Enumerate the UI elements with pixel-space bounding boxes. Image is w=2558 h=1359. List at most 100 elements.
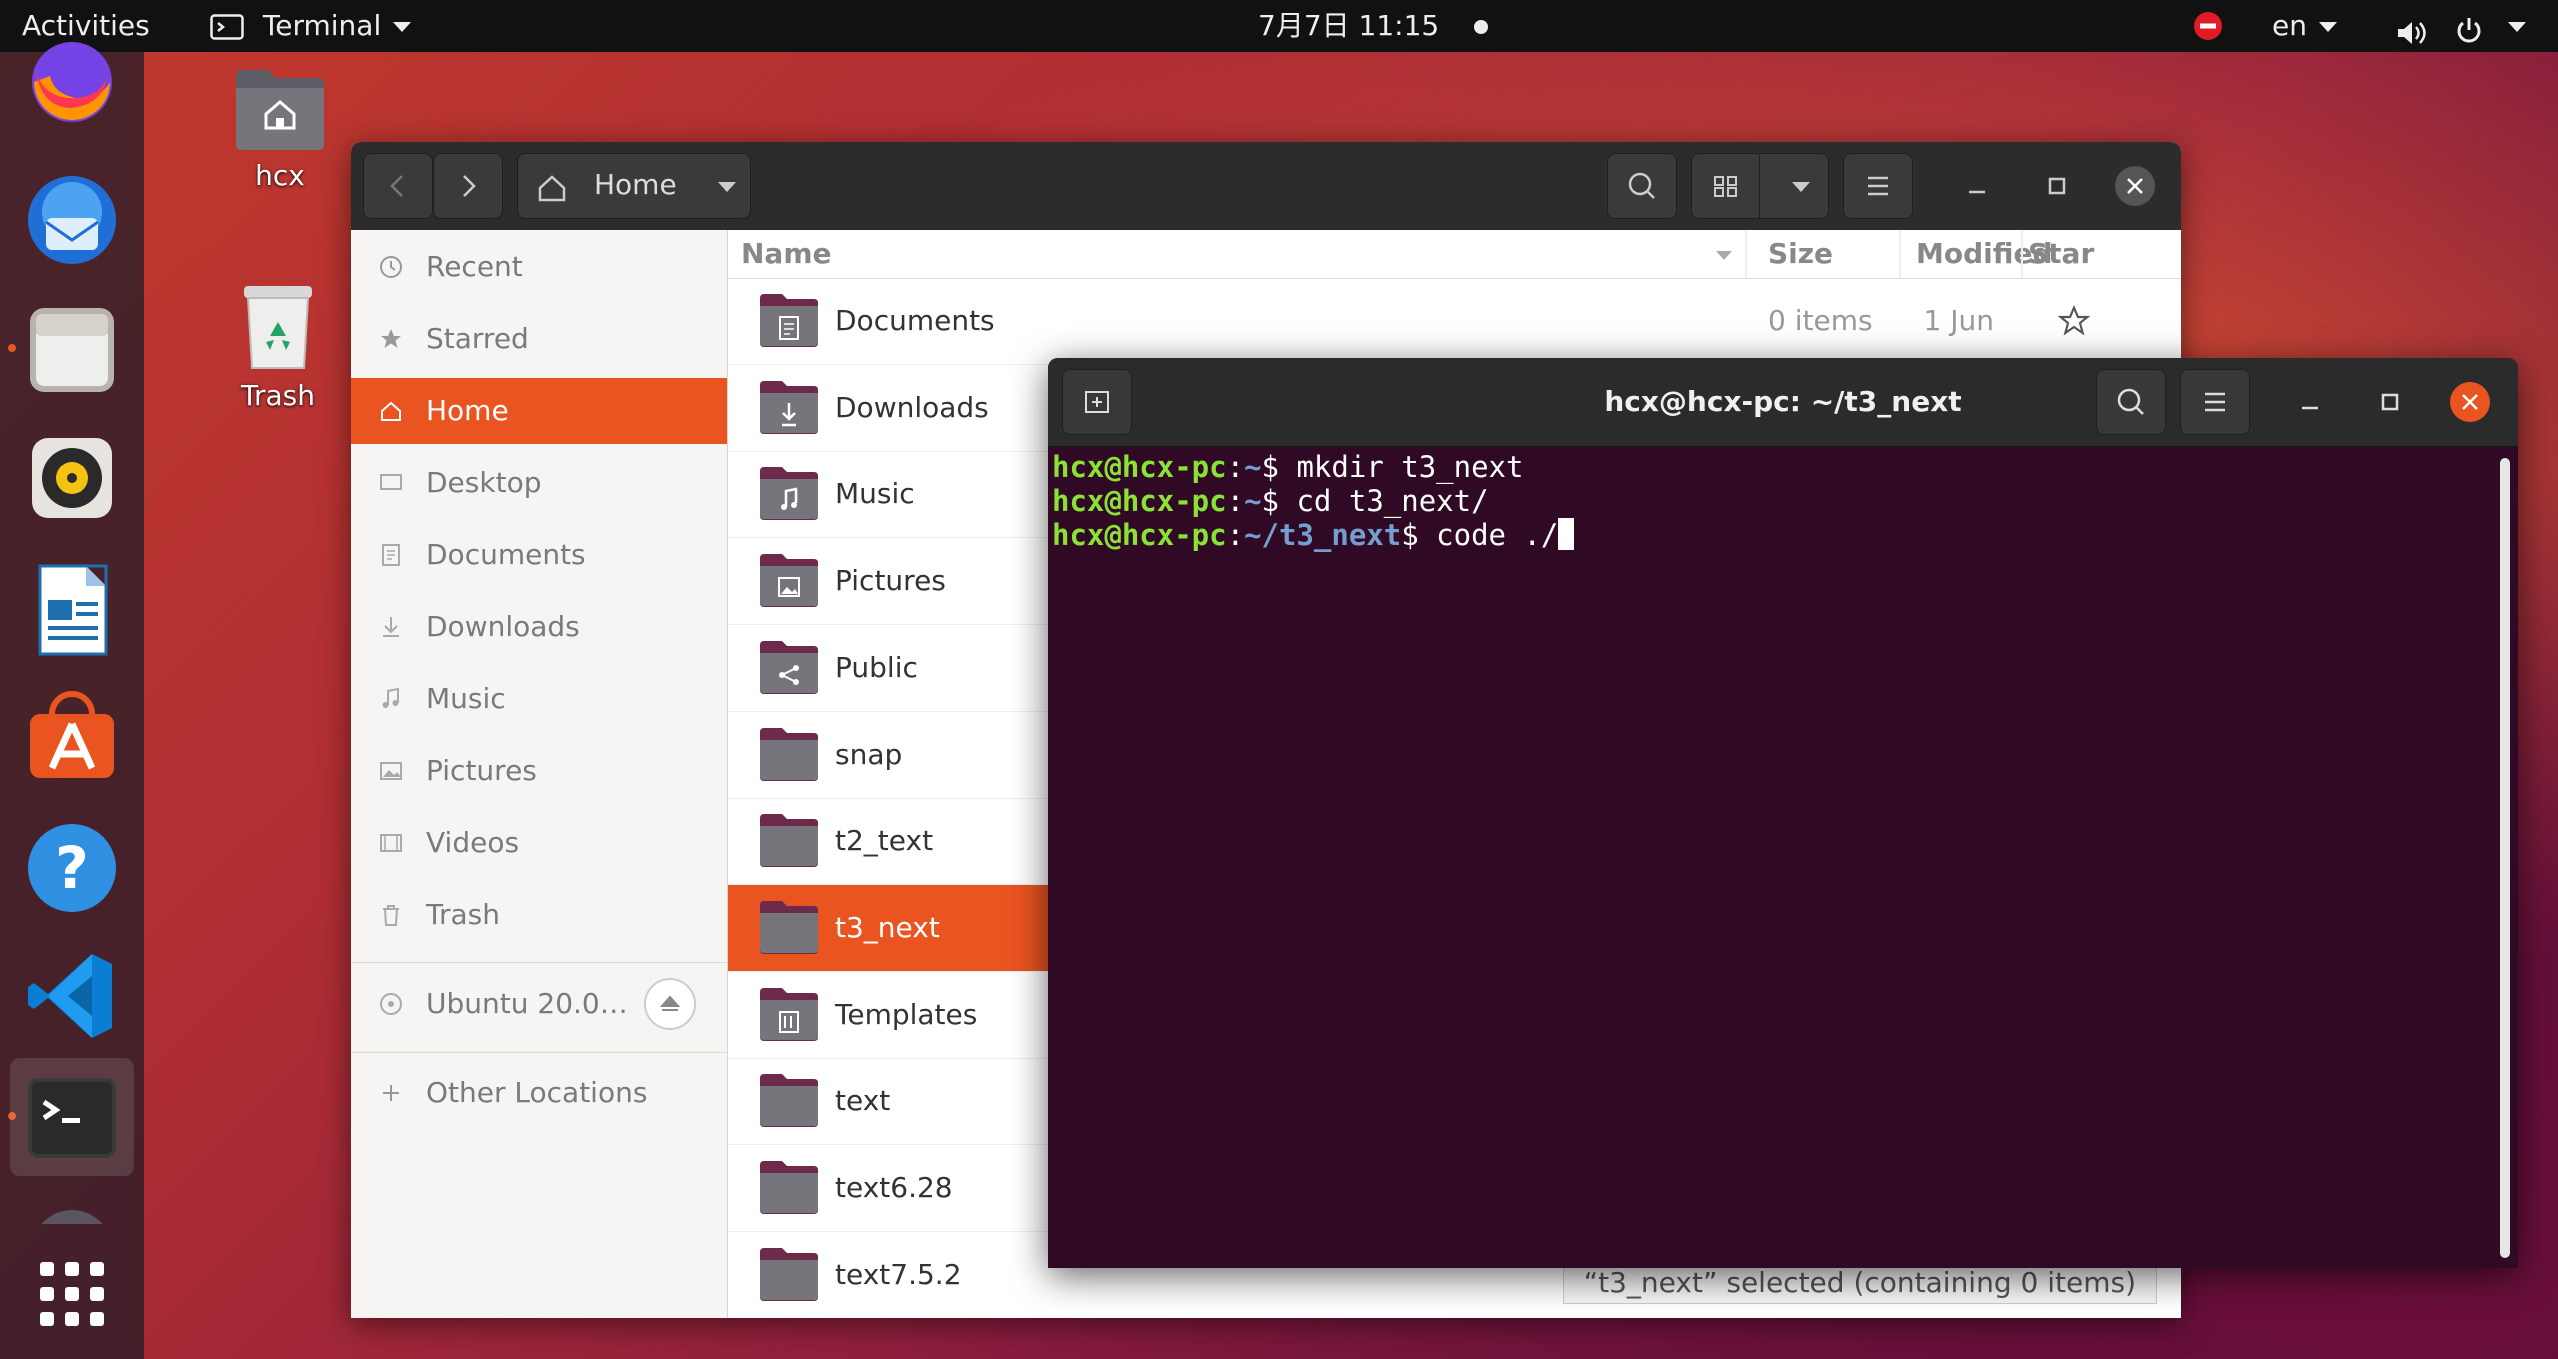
terminal-output[interactable]: hcx@hcx-pc:~$ mkdir t3_next hcx@hcx-pc:~… xyxy=(1052,450,2492,552)
thunderbird-icon[interactable] xyxy=(22,170,122,270)
sidebar-item-pictures[interactable]: Pictures xyxy=(351,738,727,804)
terminal-small-icon xyxy=(210,14,244,40)
sidebar-item-label: Starred xyxy=(426,322,529,355)
folder-icon xyxy=(760,1074,818,1128)
file-name: snap xyxy=(835,737,903,771)
maximize-icon[interactable] xyxy=(2370,382,2410,422)
app-menu[interactable]: Terminal xyxy=(210,0,412,52)
column-size[interactable]: Size xyxy=(1768,230,1833,278)
back-button[interactable] xyxy=(363,153,433,219)
desktop-home-folder[interactable]: hcx xyxy=(220,66,340,192)
folder-icon xyxy=(760,814,818,868)
sidebar-item-label: Ubuntu 20.0… xyxy=(426,987,628,1020)
sidebar-item-other-locations[interactable]: Other Locations xyxy=(351,1060,727,1126)
downloads-folder-icon xyxy=(760,380,818,434)
eject-icon[interactable] xyxy=(643,977,697,1031)
rhythmbox-icon[interactable] xyxy=(22,428,122,528)
selection-status: “t3_next” selected (containing 0 items) xyxy=(1562,1262,2157,1304)
sidebar-item-device[interactable]: Ubuntu 20.0… xyxy=(351,971,727,1037)
location-bar[interactable]: Home xyxy=(517,153,751,219)
help-icon[interactable]: ? xyxy=(22,818,122,918)
music-icon xyxy=(382,687,399,708)
main-menu-button[interactable] xyxy=(1843,153,1913,219)
file-name: Music xyxy=(835,477,915,511)
search-icon xyxy=(1628,172,1655,199)
sidebar-item-starred[interactable]: Starred xyxy=(351,306,727,372)
folder-icon xyxy=(760,1247,818,1301)
do-not-disturb-icon[interactable] xyxy=(2194,12,2222,40)
view-grid-button[interactable] xyxy=(1691,153,1761,219)
system-menu-caret[interactable] xyxy=(2496,0,2526,52)
file-name: text6.28 xyxy=(835,1171,953,1204)
chevron-down-icon xyxy=(1792,182,1810,192)
sidebar-item-documents[interactable]: Documents xyxy=(351,522,727,588)
chevron-down-icon xyxy=(2318,22,2337,32)
sort-descending-icon xyxy=(1716,251,1732,260)
hamburger-icon xyxy=(2205,392,2225,412)
prompt-path: ~/t3_next xyxy=(1244,518,1402,552)
file-name: text xyxy=(835,1084,891,1118)
file-name: Pictures xyxy=(835,564,946,598)
column-star[interactable]: Star xyxy=(2028,230,2094,278)
maximize-icon[interactable] xyxy=(2037,166,2077,206)
trash-dock-icon[interactable] xyxy=(22,1200,122,1224)
clock[interactable]: 7月7日 11:15 xyxy=(1258,0,1489,52)
sidebar-divider xyxy=(351,1052,727,1053)
sidebar-item-music[interactable]: Music xyxy=(351,666,727,732)
trash-icon xyxy=(383,905,399,926)
sidebar-item-videos[interactable]: Videos xyxy=(351,810,727,876)
prompt-user: hcx@hcx-pc xyxy=(1052,450,1227,484)
show-applications-icon[interactable] xyxy=(22,1244,122,1344)
sidebar-item-desktop[interactable]: Desktop xyxy=(351,450,727,516)
column-separator xyxy=(1899,230,1901,278)
column-name[interactable]: Name xyxy=(741,230,832,278)
chevron-down-icon xyxy=(393,22,412,32)
file-name: Templates xyxy=(835,997,978,1031)
terminal-menu-button[interactable] xyxy=(2180,369,2250,435)
prompt-path: ~ xyxy=(1244,450,1262,484)
minimize-icon[interactable] xyxy=(1957,166,1997,206)
minimize-icon[interactable] xyxy=(2290,382,2330,422)
close-icon[interactable] xyxy=(2113,164,2157,208)
prompt-user: hcx@hcx-pc xyxy=(1052,518,1227,552)
trash-can-icon xyxy=(244,286,312,369)
terminal-scrollbar[interactable] xyxy=(2500,458,2510,1258)
sidebar-item-label: Home xyxy=(426,394,509,427)
vscode-icon[interactable] xyxy=(22,946,122,1046)
file-name: t3_next xyxy=(835,910,940,944)
sidebar-item-recent[interactable]: Recent xyxy=(351,234,727,300)
picture-icon xyxy=(380,762,402,780)
terminal-line: hcx@hcx-pc:~/t3_next$ code ./ xyxy=(1052,518,2492,552)
terminal-icon[interactable] xyxy=(22,1068,122,1168)
sidebar-item-trash[interactable]: Trash xyxy=(351,882,727,948)
location-label: Home xyxy=(594,168,677,201)
forward-button[interactable] xyxy=(433,153,503,219)
video-icon xyxy=(380,834,402,852)
prompt-path: ~ xyxy=(1244,484,1262,518)
terminal-line: hcx@hcx-pc:~$ mkdir t3_next xyxy=(1052,450,1524,484)
table-row[interactable]: Documents 0 items 1 Jun xyxy=(728,278,2181,365)
music-folder-icon xyxy=(760,467,818,521)
power-icon[interactable] xyxy=(2454,11,2484,43)
language-menu[interactable]: en xyxy=(2272,0,2337,52)
desktop-icon xyxy=(380,474,402,490)
search-button[interactable] xyxy=(1607,153,1677,219)
firefox-icon[interactable] xyxy=(22,42,122,142)
sidebar-item-home[interactable]: Home xyxy=(351,378,727,444)
top-bar: Activities Terminal 7月7日 11:15 en xyxy=(0,0,2558,52)
sidebar-item-label: Pictures xyxy=(426,754,537,787)
view-options-button[interactable] xyxy=(1759,153,1829,219)
svg-text:?: ? xyxy=(55,834,89,902)
files-icon[interactable] xyxy=(22,300,122,400)
star-toggle-icon[interactable] xyxy=(2058,305,2090,337)
command-text: cd t3_next/ xyxy=(1279,484,1489,518)
terminal-search-button[interactable] xyxy=(2096,369,2166,435)
volume-icon[interactable] xyxy=(2396,12,2428,44)
close-icon[interactable] xyxy=(2448,380,2492,424)
sidebar-item-downloads[interactable]: Downloads xyxy=(351,594,727,660)
ubuntu-software-icon[interactable] xyxy=(22,686,122,786)
file-name: Documents xyxy=(835,304,995,337)
libreoffice-writer-icon[interactable] xyxy=(22,560,122,660)
public-folder-icon xyxy=(760,640,818,694)
desktop-trash[interactable]: Trash xyxy=(218,282,338,412)
